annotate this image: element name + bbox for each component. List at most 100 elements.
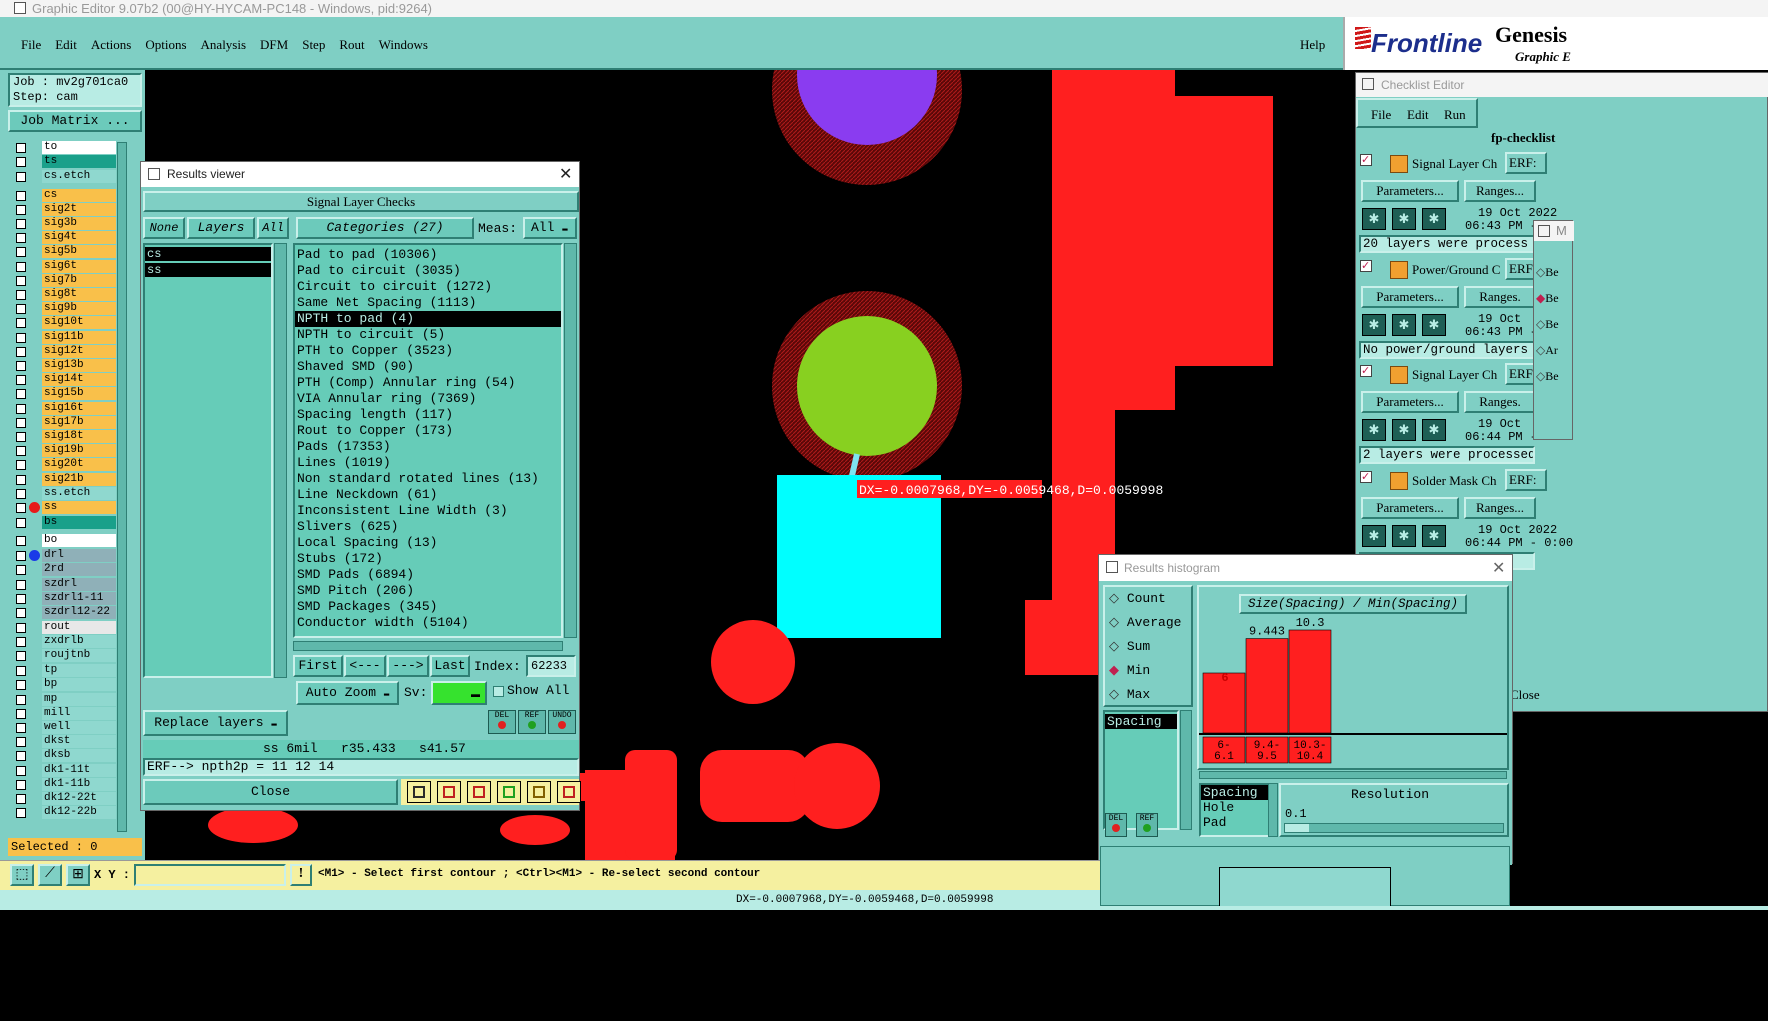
layer-name[interactable]: mp — [42, 692, 116, 706]
layer-name[interactable]: sig13b — [42, 359, 116, 372]
checklist-item-checkbox[interactable]: ✓ — [1360, 154, 1372, 166]
checklist-item-name[interactable]: Solder Mask Ch — [1412, 473, 1497, 489]
layer-row[interactable]: szdrl12-22 — [12, 606, 117, 620]
layer-checkbox[interactable] — [16, 403, 26, 414]
layer-checkbox[interactable] — [16, 417, 26, 428]
menu-analysis[interactable]: Analysis — [201, 37, 247, 52]
category-item[interactable]: Non standard rotated lines (13) — [295, 471, 561, 487]
layer-row[interactable]: bo — [12, 534, 117, 548]
layer-name[interactable]: sig12t — [42, 344, 116, 358]
menu-actions[interactable]: Actions — [91, 37, 131, 52]
layer-row[interactable]: sig17b — [12, 415, 117, 429]
layer-name[interactable]: dk1-11b — [42, 777, 116, 791]
category-hscrollbar[interactable] — [293, 641, 563, 651]
layer-checkbox[interactable] — [16, 564, 26, 575]
layer-name[interactable]: sig3b — [42, 217, 116, 230]
layer-checkbox[interactable] — [16, 580, 26, 590]
layer-row[interactable]: sig21b — [12, 472, 117, 486]
checklist-item-name[interactable]: Signal Layer Ch — [1412, 367, 1497, 383]
histogram-option-sum[interactable]: ◇ Sum — [1109, 639, 1150, 654]
category-item[interactable]: Spacing length (117) — [295, 407, 561, 423]
category-list[interactable]: Pad to pad (10306) Pad to circuit (3035) C… — [293, 243, 563, 638]
layer-name[interactable]: dk12-22b — [42, 806, 116, 820]
layer-name[interactable]: roujtnb — [42, 649, 116, 662]
layer-checkbox[interactable] — [16, 332, 26, 343]
layer-name[interactable]: ts — [42, 155, 116, 169]
layer-name[interactable]: sig18t — [42, 430, 116, 443]
xy-input[interactable] — [134, 864, 286, 886]
category-item[interactable]: Conductor width (5104) — [295, 615, 561, 631]
layer-row[interactable]: sig6t — [12, 259, 117, 273]
layer-name[interactable]: sig21b — [42, 472, 116, 486]
layer-checkbox[interactable] — [16, 536, 26, 547]
category-item[interactable]: Circuit to circuit (1272) — [295, 279, 561, 295]
histogram-type-list[interactable]: Spacing Hole Pad — [1199, 783, 1273, 837]
layer-checkbox[interactable] — [16, 594, 26, 605]
histogram-close-icon[interactable]: ✕ — [1492, 558, 1505, 578]
layer-name[interactable]: tp — [42, 664, 116, 678]
checklist-erf-select[interactable]: ERF: — [1505, 468, 1547, 491]
layer-checkbox[interactable] — [16, 794, 26, 804]
layer-row[interactable]: sig19b — [12, 444, 117, 458]
layer-row[interactable]: sig15b — [12, 387, 117, 401]
index-input[interactable]: 62233 — [526, 655, 576, 677]
report-icon[interactable] — [527, 781, 551, 803]
layer-row[interactable]: mill — [12, 706, 117, 720]
category-item[interactable]: Line Neckdown (61) — [295, 487, 561, 503]
layer-name[interactable]: zxdrlb — [42, 634, 116, 648]
layer-list-scrollbar[interactable] — [274, 243, 287, 678]
layer-row[interactable]: sig8t — [12, 288, 117, 301]
layer-name[interactable]: bp — [42, 678, 116, 692]
layer-checkbox[interactable] — [16, 474, 26, 485]
layer-scrollbar[interactable] — [117, 142, 127, 832]
layer-checkbox[interactable] — [16, 765, 26, 776]
layer-name[interactable]: sig10t — [42, 316, 116, 330]
sv-color-select[interactable]: ▬ — [431, 681, 487, 705]
layer-name[interactable]: sig19b — [42, 444, 116, 458]
checklist-ranges-button[interactable]: Ranges... — [1464, 496, 1536, 519]
layer-checkbox[interactable] — [16, 550, 26, 561]
checklist-item-checkbox[interactable]: ✓ — [1360, 365, 1372, 377]
layer-row[interactable]: cs — [12, 188, 117, 202]
layer-name[interactable]: mill — [42, 706, 116, 720]
layer-row[interactable]: szdrl — [12, 578, 117, 591]
category-item[interactable]: Pad to pad (10306) — [295, 247, 561, 263]
layer-checkbox[interactable] — [16, 680, 26, 691]
layer-checkbox[interactable] — [16, 172, 26, 183]
category-scrollbar[interactable] — [564, 243, 577, 638]
layer-name[interactable]: sig9b — [42, 302, 116, 316]
layer-checkbox[interactable] — [16, 622, 26, 633]
layer-row[interactable]: cs.etch — [12, 170, 117, 184]
category-item[interactable]: NPTH to circuit (5) — [295, 327, 561, 343]
layer-checkbox[interactable] — [16, 751, 26, 762]
side-item[interactable]: ◇Ar — [1536, 339, 1572, 361]
histogram-item-list[interactable]: Spacing — [1103, 710, 1179, 830]
layer-row[interactable]: rout — [12, 620, 117, 634]
layer-checkbox[interactable] — [16, 666, 26, 677]
histogram-hscrollbar[interactable] — [1199, 771, 1507, 779]
checklist-item-checkbox[interactable]: ✓ — [1360, 470, 1372, 483]
results-close-button[interactable]: Close — [143, 779, 398, 805]
grid-tool-icon[interactable]: ⊞ — [66, 864, 90, 886]
layer-checkbox[interactable] — [16, 247, 26, 258]
checklist-ranges-button[interactable]: Ranges... — [1464, 180, 1536, 202]
layer-name[interactable]: ss — [42, 501, 116, 514]
checklist-run-step-icon[interactable]: ✱ — [1392, 208, 1416, 230]
layer-row[interactable]: sig12t — [12, 344, 117, 358]
layer-name[interactable]: dk12-22t — [42, 792, 116, 805]
checklist-close[interactable]: Close — [1510, 687, 1540, 703]
category-item[interactable]: Pads (17353) — [295, 439, 561, 455]
layer-name[interactable]: sig8t — [42, 288, 116, 301]
histogram-list-item[interactable]: Spacing — [1105, 714, 1177, 729]
layer-checkbox[interactable] — [16, 608, 26, 619]
layer-name[interactable]: sig20t — [42, 458, 116, 472]
results-layer-list[interactable]: cs ss — [143, 243, 273, 678]
layer-row[interactable]: sig16t — [12, 401, 117, 415]
checklist-run-icon[interactable]: ✱ — [1362, 419, 1386, 441]
layer-row[interactable]: sig5b — [12, 245, 117, 259]
next-button[interactable]: ---> — [387, 655, 429, 677]
layer-name[interactable]: dksb — [42, 749, 116, 763]
menu-windows[interactable]: Windows — [379, 37, 428, 52]
layer-checkbox[interactable] — [16, 636, 26, 647]
layer-checkbox[interactable] — [16, 275, 26, 286]
